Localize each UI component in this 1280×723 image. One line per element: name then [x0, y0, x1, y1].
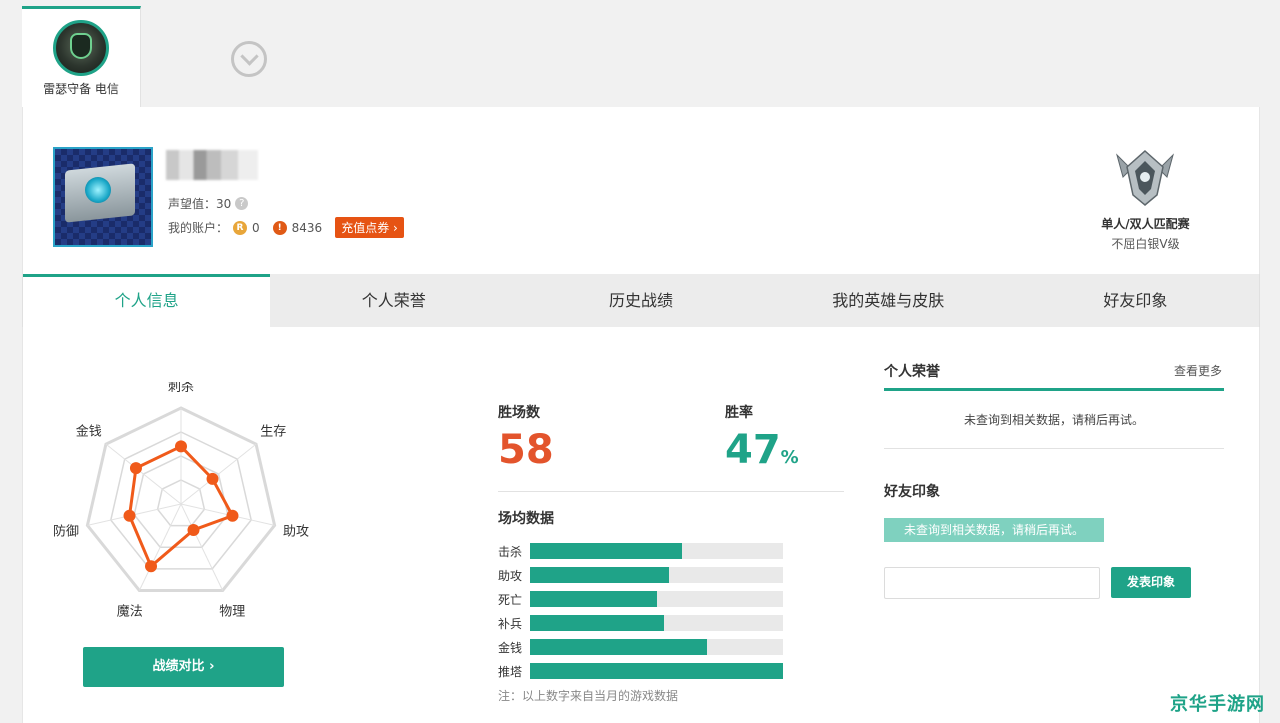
- avg-bar-track: [530, 567, 783, 583]
- main-tabs: 个人信息 个人荣誉 历史战绩 我的英雄与皮肤 好友印象: [22, 274, 1260, 327]
- ability-radar-chart: 刺杀生存助攻物理 魔法 防御 金钱: [53, 382, 309, 619]
- server-tab-current[interactable]: 雷瑟守备 电信: [22, 6, 141, 107]
- help-icon[interactable]: ?: [235, 197, 249, 210]
- tab-friend-impressions[interactable]: 好友印象: [1012, 274, 1259, 327]
- win-rate-value-wrap: 47%: [725, 427, 799, 473]
- radar-point: [226, 509, 239, 522]
- server-emblem-icon: [53, 20, 109, 76]
- server-label: 雷瑟守备 电信: [43, 82, 119, 96]
- avg-bar-row: 金钱: [498, 635, 783, 659]
- win-rate-unit: %: [780, 447, 799, 468]
- win-rate-value: 47: [725, 427, 781, 473]
- friends-title: 好友印象: [884, 484, 940, 500]
- stats-divider: [498, 491, 844, 492]
- radar-point: [206, 472, 219, 485]
- avg-bar-row: 助攻: [498, 563, 783, 587]
- see-more-link[interactable]: 查看更多: [1174, 362, 1222, 379]
- radar-axis-label: 魔法: [117, 604, 143, 619]
- main-content: 刺杀 生存 助攻 物理 魔法 防御 金钱 战绩对比 › 胜场数 58 胜率 47% 场均数据…: [22, 327, 1260, 723]
- reputation-row: 声望值：30 ?: [168, 195, 249, 212]
- radar-point: [175, 440, 187, 453]
- data-note: 注：以上数字来自当月的游戏数据: [498, 689, 679, 703]
- radar-axis-label: 物理: [219, 604, 245, 619]
- server-strip: 雷瑟守备 电信: [22, 0, 1260, 107]
- avg-data-title: 场均数据: [498, 511, 554, 527]
- avg-bar-fill: [530, 615, 665, 631]
- chevron-down-icon[interactable]: [231, 41, 267, 77]
- avg-data-bars: 击杀助攻死亡补兵金钱推塔: [498, 539, 783, 683]
- compare-button[interactable]: 战绩对比 ›: [83, 647, 284, 687]
- avg-bar-fill: [530, 663, 783, 679]
- tab-match-history[interactable]: 历史战绩: [517, 274, 764, 327]
- radar-point: [145, 560, 158, 573]
- avg-bar-row: 死亡: [498, 587, 783, 611]
- avatar: [53, 147, 153, 247]
- account-label: 我的账户：: [168, 221, 229, 235]
- avg-bar-label: 击杀: [498, 544, 523, 559]
- point-coupon-icon: !: [272, 220, 287, 235]
- avg-bar-label: 死亡: [498, 592, 523, 607]
- avg-bar-fill: [530, 639, 708, 655]
- radar-axis-label: 生存: [260, 424, 286, 439]
- recharge-button[interactable]: 充值点券 ›: [335, 217, 404, 238]
- avg-bar-track: [530, 615, 783, 631]
- player-name-blurred: [166, 150, 258, 180]
- point-coupon-value: 8436: [291, 220, 323, 235]
- avg-bar-row: 推塔: [498, 659, 783, 683]
- avg-bar-fill: [530, 567, 670, 583]
- avg-bar-fill: [530, 591, 657, 607]
- radar-axis-label: 刺杀: [168, 382, 194, 395]
- avg-bar-track: [530, 663, 783, 679]
- site-watermark: 京华手游网: [1170, 694, 1265, 715]
- avg-bar-row: 击杀: [498, 539, 783, 563]
- radar-point: [187, 523, 200, 536]
- tab-heroes-skins[interactable]: 我的英雄与皮肤: [765, 274, 1012, 327]
- impression-input[interactable]: [884, 567, 1100, 599]
- avg-bar-track: [530, 543, 783, 559]
- reputation-label: 声望值：30: [168, 197, 232, 211]
- honors-empty-message: 未查询到相关数据，请稍后再试。: [963, 413, 1144, 427]
- publish-impression-button[interactable]: 发表印象: [1111, 567, 1191, 598]
- avg-bar-label: 金钱: [498, 640, 523, 655]
- wins-label: 胜场数: [498, 405, 540, 421]
- radar-point: [123, 509, 136, 522]
- radar-axis-label: 防御: [53, 523, 79, 539]
- rank-tier: 不屈白银V级: [1111, 237, 1180, 251]
- avg-bar-fill: [530, 543, 682, 559]
- tab-personal-info[interactable]: 个人信息: [23, 274, 271, 327]
- account-row: 我的账户： R 0 ! 8436 充值点券 ›: [168, 217, 404, 238]
- r-coin-value: 0: [252, 220, 260, 235]
- avg-bar-row: 补兵: [498, 611, 783, 635]
- avg-bar-track: [530, 639, 783, 655]
- profile-card: 声望值：30 ? 我的账户： R 0 ! 8436 充值点券 › 单人/双人匹配…: [22, 107, 1260, 274]
- rank-badge-icon: [1116, 149, 1174, 206]
- r-coin-icon: R: [233, 220, 248, 235]
- rank-queue: 单人/双人匹配赛: [1101, 217, 1190, 231]
- wins-value: 58: [498, 427, 554, 473]
- avg-bar-label: 助攻: [498, 568, 523, 583]
- radar-axis-label: 助攻: [283, 524, 309, 539]
- avg-bar-label: 推塔: [498, 664, 523, 679]
- honors-title-text: 个人荣誉: [884, 364, 940, 380]
- side-divider: [884, 448, 1224, 449]
- win-rate-label: 胜率: [725, 405, 753, 421]
- tab-personal-honors[interactable]: 个人荣誉: [270, 274, 517, 327]
- avg-bar-label: 补兵: [498, 616, 523, 631]
- radar-point: [129, 462, 142, 475]
- friends-empty-message: 未查询到相关数据，请稍后再试。: [884, 518, 1104, 542]
- radar-axis-label: 金钱: [76, 423, 102, 439]
- avg-bar-track: [530, 591, 783, 607]
